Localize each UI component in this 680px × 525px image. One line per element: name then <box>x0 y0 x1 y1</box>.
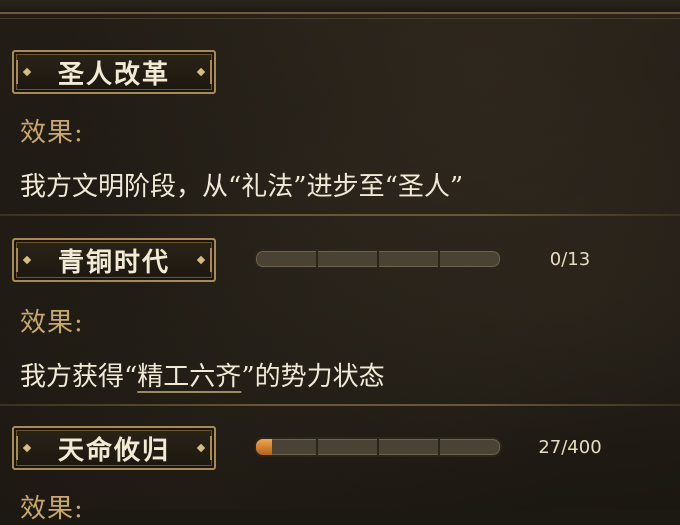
section-divider <box>0 404 680 406</box>
section-title-plate: 天命攸归 <box>12 426 216 470</box>
progress-segment <box>316 251 318 267</box>
diamond-ornament-icon <box>196 67 206 77</box>
section-title-plate: 圣人改革 <box>12 50 216 94</box>
plate-edge <box>210 436 212 460</box>
progress-segment <box>438 439 440 455</box>
diamond-ornament-icon <box>22 255 32 265</box>
top-frame-line <box>0 18 680 19</box>
section-divider <box>0 214 680 216</box>
top-frame <box>0 0 680 14</box>
status-link[interactable]: 精工六齐 <box>137 362 241 392</box>
plate-edge <box>16 436 18 460</box>
section-title: 圣人改革 <box>57 59 170 90</box>
progress-bar <box>254 249 502 269</box>
plate-edge <box>210 248 212 272</box>
plate-edge <box>16 248 18 272</box>
progress-segment <box>316 439 318 455</box>
progress-segment <box>377 439 379 455</box>
plate-edge <box>16 60 18 84</box>
section-title-plate: 青铜时代 <box>12 238 216 282</box>
plate-edge <box>210 60 212 84</box>
desc-text: 我方获得“ <box>20 362 138 392</box>
desc-text: ”的势力状态 <box>241 362 385 392</box>
progress-count: 27/400 <box>538 437 602 458</box>
progress-segment <box>377 251 379 267</box>
diamond-ornament-icon <box>196 443 206 453</box>
diamond-ornament-icon <box>22 443 32 453</box>
section-title: 天命攸归 <box>57 435 170 466</box>
effect-description: 我方文明阶段，从“礼法”进步至“圣人” <box>20 172 464 202</box>
effect-label: 效果: <box>20 494 84 524</box>
progress-segment <box>438 251 440 267</box>
effect-description: 我方获得“精工六齐”的势力状态 <box>20 356 385 393</box>
effect-label: 效果: <box>20 308 84 338</box>
progress-fill <box>256 439 273 455</box>
effect-label: 效果: <box>20 118 84 148</box>
progress-count: 0/13 <box>549 249 591 270</box>
progress-bar <box>254 437 502 457</box>
diamond-ornament-icon <box>22 67 32 77</box>
section-title: 青铜时代 <box>57 247 170 278</box>
diamond-ornament-icon <box>196 255 206 265</box>
